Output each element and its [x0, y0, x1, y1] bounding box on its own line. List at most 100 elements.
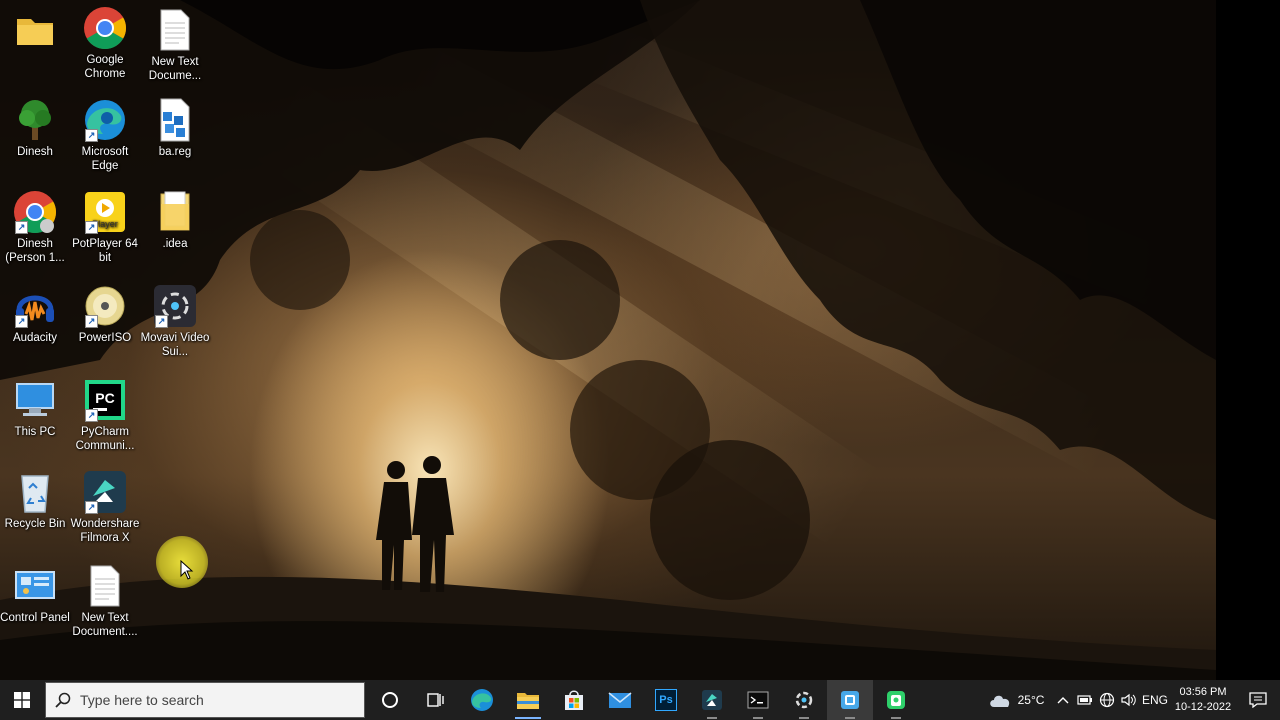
desktop-icon-label: Wondershare Filmora X — [70, 518, 140, 544]
shortcut-arrow-icon: ↗ — [85, 221, 98, 234]
desktop-icon-label: Dinesh — [17, 146, 53, 158]
desktop-icon-idea-folder[interactable]: .idea — [140, 190, 210, 251]
desktop-icon-filmora[interactable]: ↗ Wondershare Filmora X — [70, 470, 140, 545]
screen-border-right — [1216, 0, 1280, 680]
desktop-icon-label: New Text Document.... — [72, 612, 138, 638]
battery-icon — [1077, 695, 1092, 705]
cortana-button[interactable] — [367, 680, 413, 720]
windows-logo-icon — [14, 692, 30, 708]
input-language-button[interactable]: ENG — [1140, 680, 1170, 720]
mouse-pointer-icon — [180, 560, 194, 580]
desktop-icon-dinesh-chrome-profile[interactable]: ↗ Dinesh (Person 1... — [0, 190, 70, 265]
taskbar-search-box[interactable]: Type here to search — [45, 682, 365, 718]
control-panel-icon — [13, 564, 57, 608]
shortcut-arrow-icon: ↗ — [15, 221, 28, 234]
action-center-button[interactable] — [1236, 680, 1280, 720]
chrome-icon — [83, 6, 127, 50]
folder-icon — [517, 693, 539, 709]
desktop-icon-movavi[interactable]: ↗ Movavi Video Sui... — [140, 284, 210, 359]
recycle-bin-icon — [13, 470, 57, 514]
desktop-icon-label: Dinesh (Person 1... — [5, 238, 65, 264]
desktop-icon-label: PyCharm Communi... — [75, 426, 135, 452]
weather-widget[interactable]: 25°C — [980, 680, 1052, 720]
cortana-icon — [382, 692, 398, 708]
shortcut-arrow-icon: ↗ — [85, 129, 98, 142]
shortcut-arrow-icon: ↗ — [85, 501, 98, 514]
clock-button[interactable]: 03:56 PM 10-12-2022 — [1170, 680, 1236, 720]
desktop-icon-control-panel[interactable]: Control Panel — [0, 564, 70, 625]
folder-icon — [13, 8, 57, 52]
language-indicator: ENG — [1141, 693, 1168, 707]
desktop-icon-potplayer[interactable]: Player ↗ PotPlayer 64 bit — [70, 190, 140, 265]
taskbar-app-edge[interactable] — [459, 680, 505, 720]
desktop-icon-label: ba.reg — [158, 146, 192, 158]
edge-icon — [471, 689, 493, 711]
desktop-icon-label: PowerISO — [78, 332, 132, 344]
terminal-icon — [747, 691, 769, 709]
store-icon — [565, 690, 583, 710]
battery-button[interactable] — [1074, 680, 1096, 720]
desktop-icon-new-text-document-2[interactable]: New Text Document.... — [70, 564, 140, 639]
monitor-icon — [13, 378, 57, 422]
desktop-icon-audacity[interactable]: ↗ Audacity — [0, 284, 70, 345]
taskbar: Type here to search Ps 25°C ENG 03:56 PM… — [0, 680, 1280, 720]
desktop-icon-label: Control Panel — [0, 612, 70, 624]
start-button[interactable] — [0, 680, 44, 720]
edge-icon: ↗ — [83, 98, 127, 142]
shortcut-arrow-icon: ↗ — [85, 409, 98, 422]
desktop-icon-microsoft-edge[interactable]: ↗ Microsoft Edge — [70, 98, 140, 173]
network-button[interactable] — [1096, 680, 1118, 720]
weather-temperature: 25°C — [1017, 693, 1045, 707]
photoshop-icon: Ps — [655, 689, 677, 711]
desktop-icon-label: Microsoft Edge — [81, 146, 129, 172]
globe-icon — [1099, 692, 1115, 708]
shortcut-arrow-icon: ↗ — [155, 315, 168, 328]
system-tray: 25°C ENG 03:56 PM 10-12-2022 — [980, 680, 1280, 720]
tree-icon — [13, 98, 57, 142]
desktop-icon-dinesh-tree[interactable]: Dinesh — [0, 98, 70, 159]
taskbar-app-microsoft-store[interactable] — [551, 680, 597, 720]
taskbar-app-mail[interactable] — [597, 680, 643, 720]
app-icon — [841, 691, 859, 709]
speaker-icon — [1121, 693, 1136, 707]
desktop-icon-ba-reg[interactable]: ba.reg — [140, 98, 210, 159]
taskbar-app-photoshop[interactable]: Ps — [643, 680, 689, 720]
desktop-icon-dinesh-folder[interactable] — [0, 8, 70, 52]
taskbar-app-movavi[interactable] — [781, 680, 827, 720]
desktop-icon-google-chrome[interactable]: Google Chrome — [70, 6, 140, 81]
desktop-icon-new-text-document-1[interactable]: New Text Docume... — [140, 8, 210, 83]
desktop-icon-label: This PC — [14, 426, 56, 438]
show-hidden-icons-button[interactable] — [1052, 680, 1074, 720]
folder-icon — [153, 190, 197, 234]
desktop-icon-this-pc[interactable]: This PC — [0, 378, 70, 439]
desktop-icon-recycle-bin[interactable]: Recycle Bin — [0, 470, 70, 531]
audacity-icon: ↗ — [13, 284, 57, 328]
cloud-icon — [989, 695, 1009, 707]
movavi-icon: ↗ — [153, 284, 197, 328]
text-file-icon — [83, 564, 127, 608]
filmora-icon: ↗ — [83, 470, 127, 514]
potplayer-icon: Player ↗ — [83, 190, 127, 234]
registry-icon — [153, 98, 197, 142]
notification-icon — [1249, 692, 1267, 708]
desktop-icon-label: Recycle Bin — [4, 518, 66, 530]
shortcut-arrow-icon: ↗ — [85, 315, 98, 328]
movavi-icon — [795, 691, 813, 709]
taskbar-app-terminal[interactable] — [735, 680, 781, 720]
desktop-icon-label: Movavi Video Sui... — [140, 332, 210, 358]
desktop-icon-label: New Text Docume... — [148, 56, 202, 82]
task-view-button[interactable] — [413, 680, 459, 720]
desktop-icon-pycharm[interactable]: PC ↗ PyCharm Communi... — [70, 378, 140, 453]
volume-button[interactable] — [1118, 680, 1140, 720]
chrome-profile-icon: ↗ — [13, 190, 57, 234]
taskbar-app-green[interactable] — [873, 680, 919, 720]
desktop-icon-poweriso[interactable]: ↗ PowerISO — [70, 284, 140, 345]
text-file-icon — [153, 8, 197, 52]
taskbar-app-blue[interactable] — [827, 680, 873, 720]
shortcut-arrow-icon: ↗ — [15, 315, 28, 328]
clock-date: 10-12-2022 — [1174, 701, 1232, 713]
disc-icon: ↗ — [83, 284, 127, 328]
taskbar-app-filmora[interactable] — [689, 680, 735, 720]
mail-icon — [608, 692, 632, 708]
taskbar-app-file-explorer[interactable] — [505, 680, 551, 720]
